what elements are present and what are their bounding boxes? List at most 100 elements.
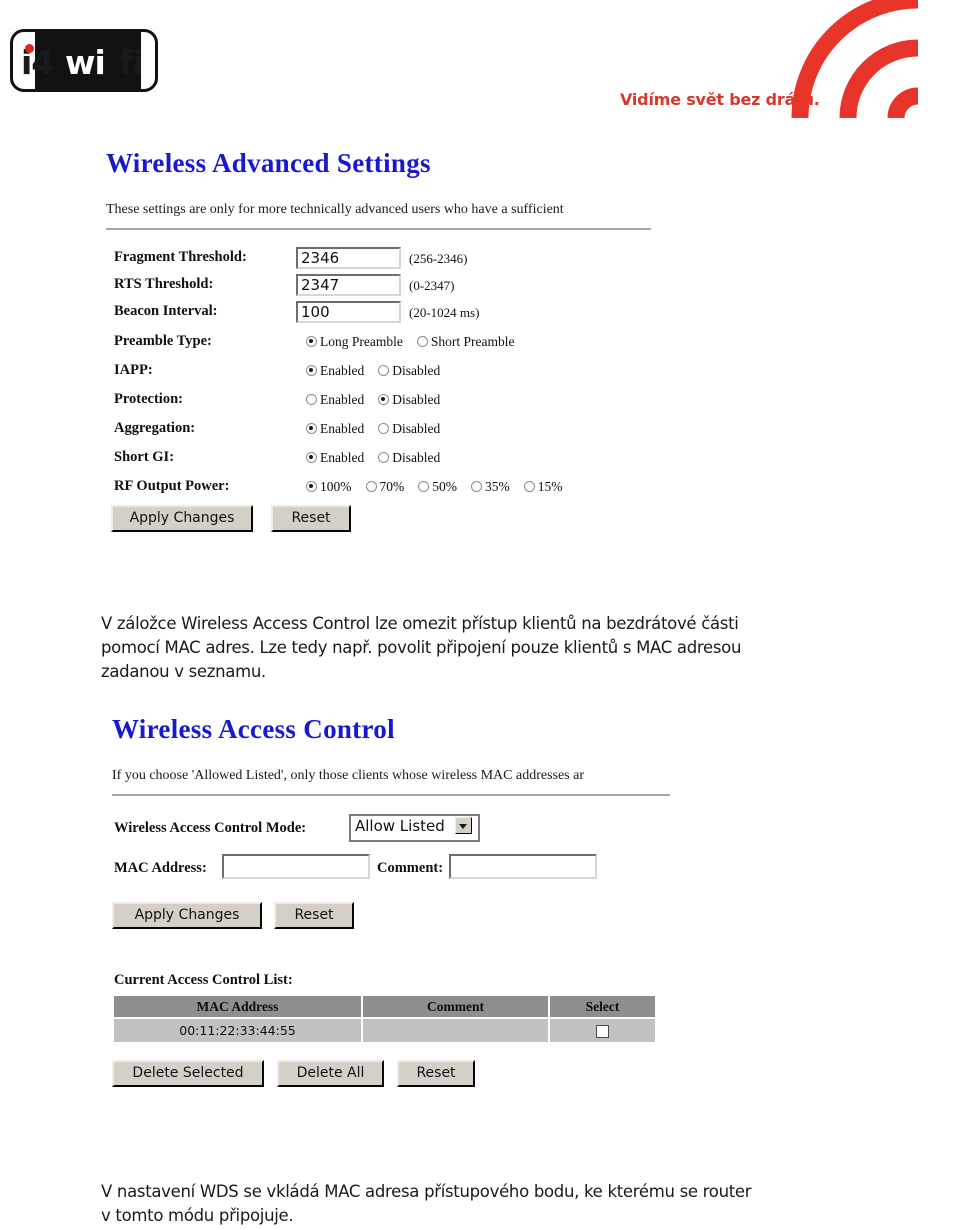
note-middle: V záložce Wireless Access Control lze om… [101, 612, 891, 684]
apply-changes-button-advanced[interactable]: Apply Changes [111, 505, 253, 532]
radio-iapp-enabled[interactable]: Enabled [306, 362, 374, 380]
rts-threshold-input[interactable] [296, 274, 401, 296]
radio-rf-100[interactable]: 100% [306, 478, 362, 496]
page-header: i4 wi fi Vidíme svět bez drátů. [0, 0, 960, 135]
access-control-title: Wireless Access Control [112, 714, 395, 744]
radio-label: Disabled [392, 421, 441, 437]
radio-long-preamble[interactable]: Long Preamble [306, 333, 413, 351]
radio-dot-icon[interactable] [416, 336, 428, 348]
radio-shortgi-disabled[interactable]: Disabled [378, 449, 450, 467]
radio-dot-icon[interactable] [365, 481, 377, 493]
access-control-divider [112, 794, 670, 796]
logo-text-wi: wi [65, 43, 106, 82]
radio-short-preamble[interactable]: Short Preamble [416, 333, 525, 351]
iapp-radio-group[interactable]: Enabled Disabled [306, 362, 450, 380]
protection-radio-group[interactable]: Enabled Disabled [306, 391, 450, 409]
column-header-comment: Comment [363, 996, 548, 1017]
radio-label: 70% [379, 479, 405, 495]
preamble-type-label: Preamble Type: [114, 333, 212, 349]
short-gi-label: Short GI: [114, 449, 175, 465]
logo-text-fi: fi [119, 43, 144, 82]
logo-red-dot-icon [25, 44, 34, 53]
note-bottom-line2: v tomto módu připojuje. [101, 1206, 294, 1225]
radio-dot-icon[interactable] [378, 423, 390, 435]
rf-output-power-radio-group[interactable]: 100% 70% 50% 35% 15% [306, 478, 573, 496]
radio-dot-icon[interactable] [418, 481, 430, 493]
radio-dot-icon[interactable] [306, 423, 317, 435]
advanced-settings-divider [106, 228, 651, 230]
short-gi-radio-group[interactable]: Enabled Disabled [306, 449, 450, 467]
radio-rf-70[interactable]: 70% [365, 478, 415, 496]
delete-all-button[interactable]: Delete All [277, 1060, 384, 1087]
radio-label: 35% [485, 479, 510, 495]
radio-dot-icon[interactable] [471, 481, 482, 493]
table-row: 00:11:22:33:44:55 [114, 1019, 655, 1042]
radio-dot-icon[interactable] [523, 481, 535, 493]
row-select-checkbox[interactable] [596, 1025, 609, 1038]
cell-mac-address: 00:11:22:33:44:55 [114, 1019, 361, 1042]
radio-shortgi-enabled[interactable]: Enabled [306, 449, 374, 467]
fragment-threshold-hint: (256-2346) [409, 251, 468, 266]
iapp-label: IAPP: [114, 362, 153, 378]
radio-label: Long Preamble [320, 334, 403, 350]
radio-dot-icon[interactable] [306, 336, 317, 348]
note-middle-line3: zadanou v seznamu. [101, 662, 266, 681]
note-middle-line1: V záložce Wireless Access Control lze om… [101, 614, 739, 633]
mac-address-input[interactable] [222, 854, 370, 879]
radio-rf-15[interactable]: 15% [523, 478, 573, 496]
note-middle-line2: pomocí MAC adres. Lze tedy např. povolit… [101, 638, 742, 657]
preamble-type-radio-group[interactable]: Long Preamble Short Preamble [306, 333, 524, 351]
radio-aggregation-disabled[interactable]: Disabled [378, 420, 450, 438]
reset-button-advanced[interactable]: Reset [271, 505, 351, 532]
advanced-settings-buttons: Apply Changes Reset [111, 505, 806, 532]
column-header-select: Select [550, 996, 655, 1017]
reset-button-acl[interactable]: Reset [274, 902, 354, 929]
radio-dot-icon[interactable] [378, 365, 390, 377]
wifi-signal-arcs-icon [791, 0, 919, 118]
current-access-control-list-label: Current Access Control List: [114, 972, 293, 988]
radio-dot-icon[interactable] [378, 452, 390, 464]
comment-input[interactable] [449, 854, 597, 879]
access-control-table-buttons: Delete Selected Delete All Reset [112, 1060, 806, 1087]
radio-dot-icon[interactable] [306, 365, 317, 377]
fragment-threshold-label: Fragment Threshold: [114, 249, 247, 265]
access-control-mode-value: Allow Listed [355, 817, 445, 835]
radio-dot-icon[interactable] [306, 394, 317, 406]
radio-label: Disabled [392, 392, 441, 408]
radio-dot-icon[interactable] [306, 481, 317, 493]
reset-button-table[interactable]: Reset [397, 1060, 475, 1087]
access-control-buttons: Apply Changes Reset [112, 902, 806, 929]
beacon-interval-label: Beacon Interval: [114, 303, 218, 319]
advanced-radio-rows: Preamble Type: Long Preamble Short Pream… [106, 333, 806, 494]
table-header-row: MAC Address Comment Select [114, 996, 655, 1017]
aggregation-radio-group[interactable]: Enabled Disabled [306, 420, 450, 438]
radio-dot-icon[interactable] [306, 452, 317, 464]
wireless-access-control-panel: Wireless Access Control If you choose 'A… [106, 714, 806, 1087]
radio-aggregation-enabled[interactable]: Enabled [306, 420, 374, 438]
access-control-mode-label: Wireless Access Control Mode: [114, 820, 307, 836]
advanced-text-fields: Fragment Threshold: (256-2346) RTS Thres… [106, 247, 806, 330]
rts-threshold-hint: (0-2347) [409, 278, 455, 293]
chevron-down-icon[interactable] [454, 817, 472, 834]
rf-output-power-label: RF Output Power: [114, 478, 230, 494]
radio-protection-enabled[interactable]: Enabled [306, 391, 374, 409]
fragment-threshold-input[interactable] [296, 247, 401, 269]
apply-changes-button-acl[interactable]: Apply Changes [112, 902, 262, 929]
access-control-description: If you choose 'Allowed Listed', only tho… [112, 768, 585, 783]
beacon-interval-input[interactable] [296, 301, 401, 323]
delete-selected-button[interactable]: Delete Selected [112, 1060, 264, 1087]
cell-comment [363, 1019, 548, 1042]
access-control-mode-select[interactable]: Allow Listed [349, 814, 480, 842]
radio-dot-icon[interactable] [378, 394, 390, 406]
i4wifi-logo: i4 wi fi [10, 29, 158, 92]
radio-rf-50[interactable]: 50% [418, 478, 467, 496]
column-header-mac-address: MAC Address [114, 996, 361, 1017]
radio-label: Enabled [320, 450, 365, 466]
radio-iapp-disabled[interactable]: Disabled [378, 362, 450, 380]
note-bottom: V nastavení WDS se vkládá MAC adresa pří… [101, 1180, 891, 1228]
aggregation-label: Aggregation: [114, 420, 196, 436]
radio-rf-35[interactable]: 35% [471, 478, 520, 496]
mac-comment-row: MAC Address: Comment: [106, 854, 806, 890]
radio-protection-disabled[interactable]: Disabled [378, 391, 450, 409]
mac-address-label: MAC Address: [114, 860, 207, 876]
